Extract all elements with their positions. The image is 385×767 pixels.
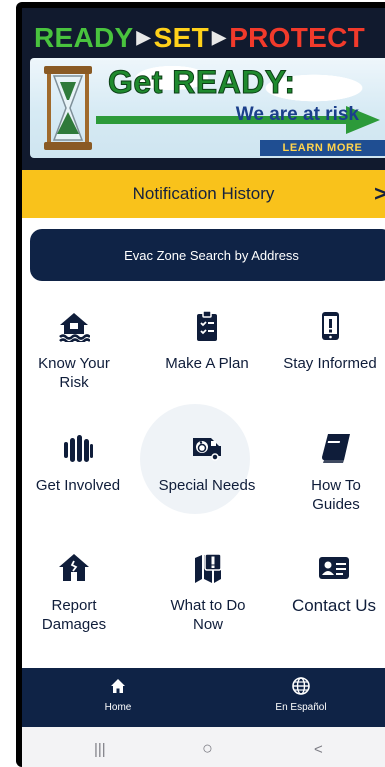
tile-label: Special Needs bbox=[158, 477, 256, 494]
notification-history-label: Notification History bbox=[132, 184, 275, 203]
tile-label: Make A Plan bbox=[165, 355, 249, 372]
tile-report-damages[interactable]: Report Damages bbox=[22, 552, 126, 634]
home-icon bbox=[111, 679, 125, 693]
nav-en-espanol[interactable]: En Español bbox=[256, 676, 346, 713]
map-alert-icon bbox=[195, 553, 222, 583]
tile-stay-informed[interactable]: Stay Informed bbox=[274, 310, 385, 373]
book-icon bbox=[322, 434, 350, 463]
ready-set-protect-banner[interactable]: READY ▶ SET ▶ PROTECT Get READY: We are a bbox=[22, 8, 385, 170]
arrow-right-icon: ▶ bbox=[136, 27, 151, 47]
learn-more-button[interactable]: LEARN MORE bbox=[260, 140, 385, 156]
tile-how-to-guides[interactable]: How To Guides bbox=[296, 432, 376, 514]
nav-espanol-label: En Español bbox=[275, 702, 327, 713]
tile-label: Report Damages bbox=[41, 597, 107, 633]
nav-home[interactable]: Home bbox=[88, 676, 148, 713]
tile-make-a-plan[interactable]: Make A Plan bbox=[148, 310, 266, 373]
clipboard-checklist-icon bbox=[197, 310, 217, 341]
hourglass-icon bbox=[44, 66, 92, 150]
banner-word-protect: PROTECT bbox=[229, 22, 366, 53]
arrow-right-icon: ▶ bbox=[212, 27, 227, 47]
tile-label: Contact Us bbox=[291, 596, 377, 615]
contact-card-icon bbox=[319, 557, 349, 579]
damaged-house-icon bbox=[59, 554, 89, 581]
globe-icon bbox=[292, 677, 310, 695]
feature-grid: Know Your Risk Make A Plan Stay Informed… bbox=[22, 294, 385, 668]
system-home-button[interactable]: ○ bbox=[202, 738, 213, 759]
evac-zone-search-button[interactable]: Evac Zone Search by Address bbox=[30, 229, 385, 281]
phone-alert-icon bbox=[322, 312, 339, 340]
get-ready-heading: Get READY: bbox=[108, 64, 296, 101]
app-screen: READY ▶ SET ▶ PROTECT Get READY: We are a bbox=[22, 8, 385, 767]
learn-more-label: LEARN MORE bbox=[282, 142, 363, 154]
risk-subheading: We are at risk bbox=[235, 104, 359, 125]
tile-label: How To Guides bbox=[311, 477, 361, 513]
raised-hands-icon bbox=[64, 435, 93, 462]
back-button[interactable]: < bbox=[314, 741, 323, 758]
chevron-right-icon: > bbox=[374, 181, 385, 206]
accessible-van-icon bbox=[193, 438, 221, 461]
notification-history-row[interactable]: Notification History > bbox=[22, 170, 385, 218]
phone-frame: READY ▶ SET ▶ PROTECT Get READY: We are a bbox=[16, 2, 385, 767]
banner-body: Get READY: We are at risk LEARN MORE bbox=[30, 58, 385, 158]
tile-get-involved[interactable]: Get Involved bbox=[22, 432, 134, 495]
tile-what-to-do-now[interactable]: What to Do Now bbox=[154, 552, 262, 634]
evac-zone-search-label: Evac Zone Search by Address bbox=[124, 247, 299, 263]
tile-contact-us[interactable]: Contact Us bbox=[284, 552, 384, 615]
recent-apps-button[interactable]: ||| bbox=[94, 741, 106, 758]
banner-headline: READY ▶ SET ▶ PROTECT bbox=[22, 22, 385, 54]
house-flood-icon bbox=[59, 313, 90, 342]
bottom-navigation: Home En Español bbox=[22, 668, 385, 727]
tile-label: Get Involved bbox=[35, 477, 121, 494]
banner-word-set: SET bbox=[153, 22, 210, 53]
tile-special-needs[interactable]: Special Needs bbox=[148, 432, 266, 495]
tile-know-your-risk[interactable]: Know Your Risk bbox=[22, 310, 126, 392]
nav-home-label: Home bbox=[104, 702, 132, 713]
tile-label: Know Your Risk bbox=[38, 355, 110, 391]
tile-label: Stay Informed bbox=[283, 355, 377, 372]
banner-word-ready: READY bbox=[34, 22, 134, 53]
tile-label: What to Do Now bbox=[170, 597, 246, 633]
system-navigation-bar: ||| ○ < bbox=[22, 727, 385, 767]
